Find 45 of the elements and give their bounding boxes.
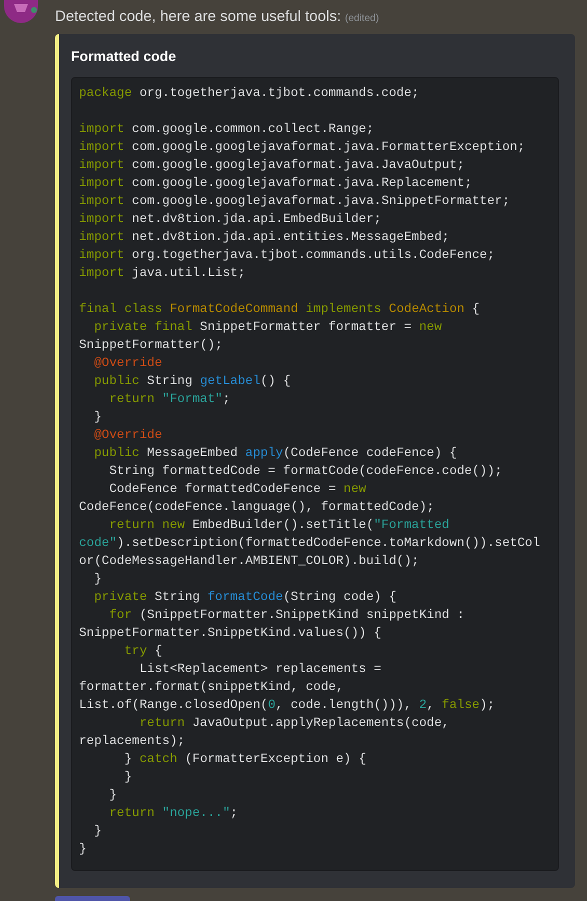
code-line: } [108, 787, 118, 804]
avatar-drawing [4, 0, 38, 24]
code-line: return JavaOutput.applyReplacements(code, [138, 715, 450, 732]
code-line: List<Replacement> replacements = [138, 661, 382, 678]
code-line: import org.togetherjava.tjbot.commands.utils.CodeFence; [79, 247, 496, 264]
code-line: return new EmbedBuilder().setTitle("Formatted [108, 517, 450, 534]
code-line: String formattedCode = formatCode(codeFence.code()); [108, 463, 504, 480]
code-line: import com.google.googlejavaformat.java.Replacement; [79, 175, 474, 192]
embed-title: Formatted code [71, 48, 178, 64]
code-line: public MessageEmbed apply(CodeFence codeFence) { [93, 445, 458, 462]
code-line: List.of(Range.closedOpen(0, code.length())), 2, false); [79, 697, 496, 714]
code-line: import net.dv8tion.jda.api.entities.MessageEmbed; [79, 229, 450, 246]
code-line: final class FormatCodeCommand implements CodeAction { [79, 301, 481, 318]
code-line: SnippetFormatter.SnippetKind.values()) { [79, 625, 382, 642]
code-line: SnippetFormatter(); [79, 337, 224, 354]
code-line: } [93, 823, 103, 840]
code-line: } [123, 769, 133, 786]
code-line: import com.google.googlejavaformat.java.FormatterException; [79, 139, 526, 156]
code-line: try { [123, 643, 164, 660]
code-line: CodeFence formattedCodeFence = new [108, 481, 368, 498]
code-line: import com.google.googlejavaformat.java.JavaOutput; [79, 157, 466, 174]
code-line: public String getLabel() { [93, 373, 292, 390]
code-line: } catch (FormatterException e) { [123, 751, 368, 768]
code-line: private final SnippetFormatter formatter = new [93, 319, 443, 336]
code-line: import com.google.common.collect.Range; [79, 121, 375, 138]
code-line: code").setDescription(formattedCodeFence.toMarkdown()).setCol [79, 535, 542, 552]
code-line: @Override [93, 355, 164, 372]
code-line: formatter.format(snippetKind, code, [79, 679, 345, 696]
code-line: package org.togetherjava.tjbot.commands.code; [79, 85, 420, 102]
code-line: or(CodeMessageHandler.AMBIENT_COLOR).build(); [79, 553, 420, 570]
code-line: import net.dv8tion.jda.api.EmbedBuilder; [79, 211, 382, 228]
code-line: } [79, 841, 88, 858]
code-line: @Override [93, 427, 164, 444]
code-line: import com.google.googlejavaformat.java.SnippetFormatter; [79, 193, 511, 210]
code-line: import java.util.List; [79, 265, 246, 282]
edited-tag: (edited) [345, 13, 379, 24]
message-text: Detected code, here are some useful tools: [55, 8, 341, 25]
code-line: for (SnippetFormatter.SnippetKind snippetKind : [108, 607, 466, 624]
code-line: replacements); [79, 733, 186, 750]
code-line: return "nope..."; [108, 805, 239, 822]
code-line: private String formatCode(String code) { [93, 589, 398, 606]
code-line: return "Format"; [108, 391, 232, 408]
code-line: CodeFence(codeFence.language(), formattedCode); [79, 499, 436, 516]
code-line: } [93, 409, 103, 426]
code-line: } [93, 571, 103, 588]
